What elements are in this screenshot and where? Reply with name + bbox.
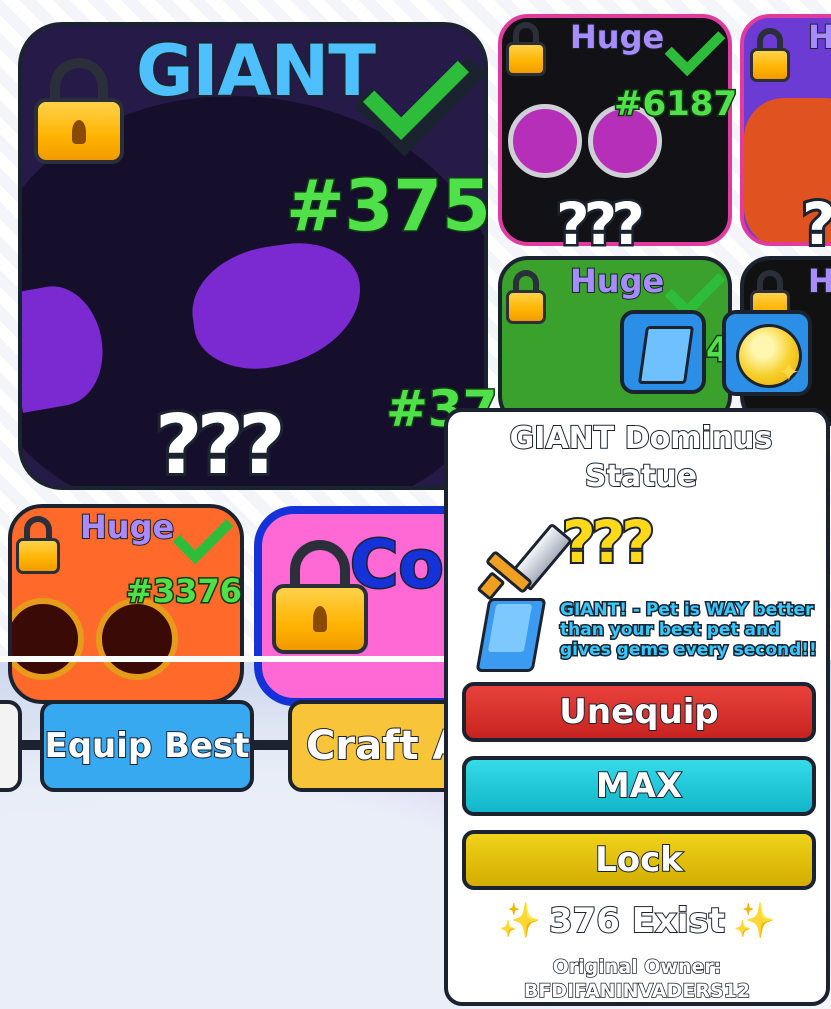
exist-row: ✨ 376 Exist ✨ <box>448 896 826 946</box>
partial-left-button[interactable] <box>0 700 22 792</box>
pet-unknown-name: ? <box>799 187 831 261</box>
pet-eye-right <box>96 598 178 680</box>
sword-icon <box>476 516 574 601</box>
toolbar-connector <box>20 740 42 750</box>
power-value: ??? <box>560 506 657 578</box>
original-owner-name: BFDIFANINVADERS12 <box>523 979 751 1003</box>
huge-tier-label: Huge <box>569 261 665 301</box>
check-icon <box>664 15 726 80</box>
pet-number: #3376 <box>125 571 244 612</box>
pet-unknown-name: ??? <box>554 188 648 261</box>
equip-best-button[interactable]: Equip Best <box>40 700 254 792</box>
sparkle-icon: ✦ <box>778 358 800 388</box>
pet-number: #6187 <box>612 83 738 126</box>
sparkle-icon: ✨ <box>498 901 541 942</box>
toolbar-connector <box>254 740 288 750</box>
check-icon <box>172 503 234 568</box>
lock-button[interactable]: Lock <box>462 830 816 890</box>
inventory-bottom-edge <box>0 656 444 662</box>
exist-count: 376 Exist <box>548 900 726 942</box>
original-owner-label: Original Owner: <box>552 955 722 979</box>
tooltip-description: GIANT! - Pet is WAY better than your bes… <box>559 599 819 662</box>
lock-icon <box>750 28 790 84</box>
sparkle-icon: ✨ <box>733 901 776 942</box>
giant-tier-label: GIANT <box>134 28 378 114</box>
pet-number-top: #375 <box>285 164 493 249</box>
unequip-button[interactable]: Unequip <box>462 682 816 742</box>
lock-icon <box>16 516 60 576</box>
lock-icon <box>506 22 546 78</box>
huge-tier-label: Huge <box>569 17 665 57</box>
check-icon <box>350 23 487 158</box>
huge-tier-label: Huge <box>79 507 175 547</box>
book-icon <box>475 596 547 672</box>
potion-icon[interactable]: ✦ <box>722 310 812 396</box>
pet-eye-left <box>12 598 84 680</box>
lock-icon <box>506 270 546 326</box>
pet-unknown-name: ??? <box>152 395 289 496</box>
huge-tier-label: H <box>807 261 831 301</box>
pet-tooltip-panel: GIANT Dominus Statue ??? GIANT! - Pet is… <box>444 408 830 1006</box>
lock-icon <box>34 58 124 168</box>
pet-eye-left <box>508 104 582 178</box>
book-icon[interactable] <box>620 310 706 394</box>
tooltip-title: GIANT Dominus Statue <box>509 420 774 495</box>
huge-tier-label: H <box>807 17 831 57</box>
max-button[interactable]: MAX <box>462 756 816 816</box>
